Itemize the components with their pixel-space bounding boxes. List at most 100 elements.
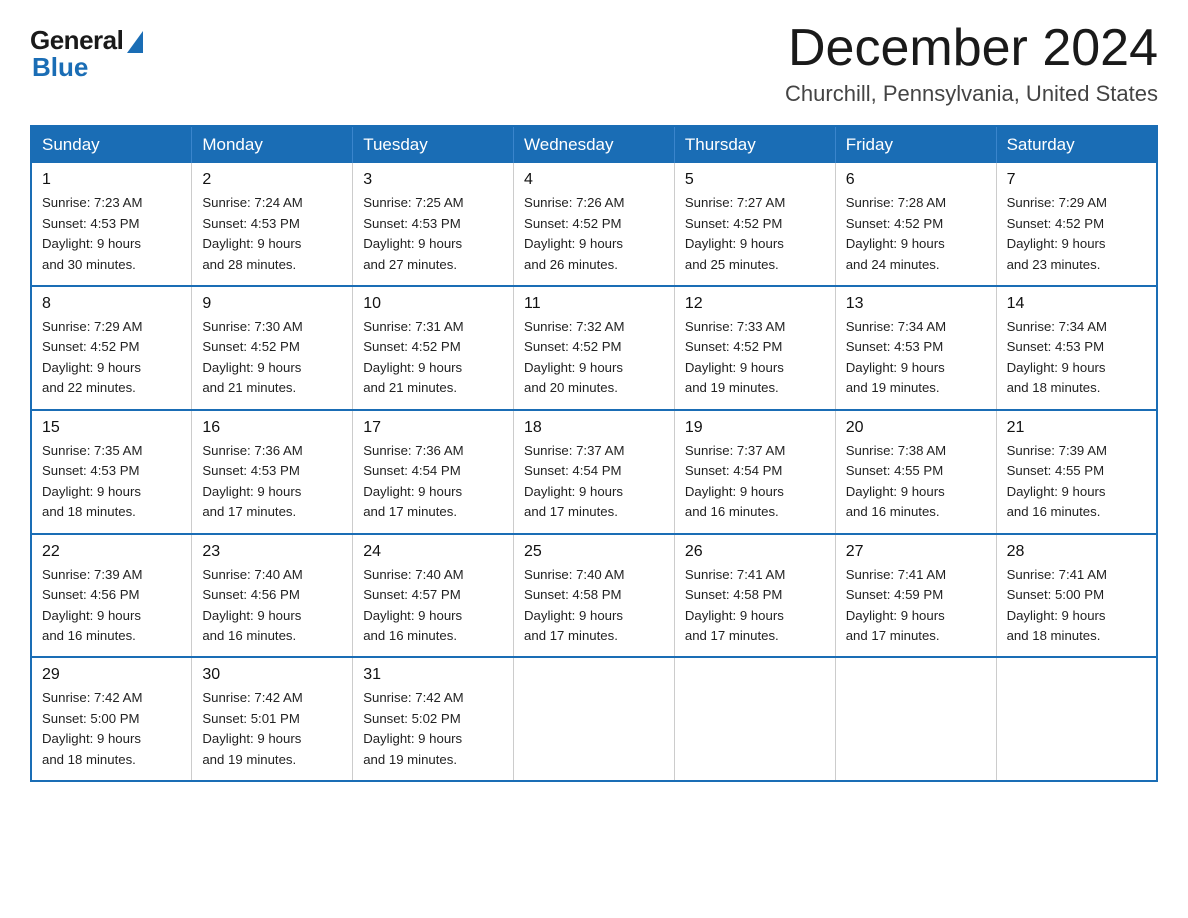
month-title: December 2024: [785, 20, 1158, 77]
weekday-header-friday: Friday: [835, 126, 996, 163]
calendar-cell: 19 Sunrise: 7:37 AMSunset: 4:54 PMDayligh…: [674, 410, 835, 534]
day-info: Sunrise: 7:41 AMSunset: 4:59 PMDaylight:…: [846, 565, 986, 647]
day-info: Sunrise: 7:25 AMSunset: 4:53 PMDaylight:…: [363, 193, 503, 275]
weekday-header-thursday: Thursday: [674, 126, 835, 163]
calendar-cell: [514, 657, 675, 781]
page-header: General Blue December 2024 Churchill, Pe…: [30, 20, 1158, 107]
day-number: 18: [524, 419, 664, 437]
day-info: Sunrise: 7:29 AMSunset: 4:52 PMDaylight:…: [42, 317, 181, 399]
day-number: 5: [685, 171, 825, 189]
day-number: 15: [42, 419, 181, 437]
calendar-cell: 28 Sunrise: 7:41 AMSunset: 5:00 PMDayligh…: [996, 534, 1157, 658]
calendar-cell: 3 Sunrise: 7:25 AMSunset: 4:53 PMDaylight…: [353, 163, 514, 286]
day-number: 16: [202, 419, 342, 437]
day-info: Sunrise: 7:35 AMSunset: 4:53 PMDaylight:…: [42, 441, 181, 523]
weekday-header-sunday: Sunday: [31, 126, 192, 163]
day-number: 24: [363, 543, 503, 561]
calendar-cell: 23Sunrise: 7:40 AMSunset: 4:56 PMDayligh…: [192, 534, 353, 658]
day-number: 10: [363, 295, 503, 313]
calendar-cell: 10 Sunrise: 7:31 AMSunset: 4:52 PMDayligh…: [353, 286, 514, 410]
week-row-2: 8 Sunrise: 7:29 AMSunset: 4:52 PMDaylight…: [31, 286, 1157, 410]
day-info: Sunrise: 7:40 AMSunset: 4:56 PMDaylight:…: [202, 565, 342, 647]
calendar-cell: 7 Sunrise: 7:29 AMSunset: 4:52 PMDaylight…: [996, 163, 1157, 286]
logo-blue-text: Blue: [30, 52, 88, 83]
day-info: Sunrise: 7:37 AMSunset: 4:54 PMDaylight:…: [524, 441, 664, 523]
day-info: Sunrise: 7:29 AMSunset: 4:52 PMDaylight:…: [1007, 193, 1146, 275]
weekday-header-wednesday: Wednesday: [514, 126, 675, 163]
day-number: 7: [1007, 171, 1146, 189]
weekday-header-row: SundayMondayTuesdayWednesdayThursdayFrid…: [31, 126, 1157, 163]
day-number: 12: [685, 295, 825, 313]
day-number: 13: [846, 295, 986, 313]
day-info: Sunrise: 7:31 AMSunset: 4:52 PMDaylight:…: [363, 317, 503, 399]
day-info: Sunrise: 7:36 AMSunset: 4:54 PMDaylight:…: [363, 441, 503, 523]
calendar-cell: 20Sunrise: 7:38 AMSunset: 4:55 PMDayligh…: [835, 410, 996, 534]
day-info: Sunrise: 7:30 AMSunset: 4:52 PMDaylight:…: [202, 317, 342, 399]
calendar-cell: 15 Sunrise: 7:35 AMSunset: 4:53 PMDayligh…: [31, 410, 192, 534]
day-number: 22: [42, 543, 181, 561]
week-row-3: 15 Sunrise: 7:35 AMSunset: 4:53 PMDayligh…: [31, 410, 1157, 534]
day-number: 3: [363, 171, 503, 189]
day-info: Sunrise: 7:40 AMSunset: 4:58 PMDaylight:…: [524, 565, 664, 647]
day-info: Sunrise: 7:40 AMSunset: 4:57 PMDaylight:…: [363, 565, 503, 647]
day-number: 19: [685, 419, 825, 437]
day-info: Sunrise: 7:42 AMSunset: 5:00 PMDaylight:…: [42, 688, 181, 770]
calendar-cell: 27 Sunrise: 7:41 AMSunset: 4:59 PMDayligh…: [835, 534, 996, 658]
day-info: Sunrise: 7:28 AMSunset: 4:52 PMDaylight:…: [846, 193, 986, 275]
calendar-cell: 18 Sunrise: 7:37 AMSunset: 4:54 PMDayligh…: [514, 410, 675, 534]
day-number: 4: [524, 171, 664, 189]
day-info: Sunrise: 7:41 AMSunset: 5:00 PMDaylight:…: [1007, 565, 1146, 647]
calendar-cell: [835, 657, 996, 781]
day-number: 9: [202, 295, 342, 313]
day-info: Sunrise: 7:27 AMSunset: 4:52 PMDaylight:…: [685, 193, 825, 275]
day-number: 31: [363, 666, 503, 684]
day-number: 21: [1007, 419, 1146, 437]
day-number: 29: [42, 666, 181, 684]
day-number: 14: [1007, 295, 1146, 313]
weekday-header-saturday: Saturday: [996, 126, 1157, 163]
calendar-cell: 25Sunrise: 7:40 AMSunset: 4:58 PMDayligh…: [514, 534, 675, 658]
calendar-cell: [996, 657, 1157, 781]
day-number: 8: [42, 295, 181, 313]
calendar-cell: 5 Sunrise: 7:27 AMSunset: 4:52 PMDaylight…: [674, 163, 835, 286]
week-row-4: 22 Sunrise: 7:39 AMSunset: 4:56 PMDayligh…: [31, 534, 1157, 658]
day-info: Sunrise: 7:33 AMSunset: 4:52 PMDaylight:…: [685, 317, 825, 399]
day-info: Sunrise: 7:32 AMSunset: 4:52 PMDaylight:…: [524, 317, 664, 399]
logo: General Blue: [30, 20, 143, 83]
calendar-cell: 8 Sunrise: 7:29 AMSunset: 4:52 PMDaylight…: [31, 286, 192, 410]
day-info: Sunrise: 7:24 AMSunset: 4:53 PMDaylight:…: [202, 193, 342, 275]
calendar-cell: 9 Sunrise: 7:30 AMSunset: 4:52 PMDaylight…: [192, 286, 353, 410]
calendar-cell: 17Sunrise: 7:36 AMSunset: 4:54 PMDayligh…: [353, 410, 514, 534]
day-number: 1: [42, 171, 181, 189]
day-number: 30: [202, 666, 342, 684]
location-title: Churchill, Pennsylvania, United States: [785, 81, 1158, 107]
calendar-cell: 26Sunrise: 7:41 AMSunset: 4:58 PMDayligh…: [674, 534, 835, 658]
calendar-cell: 4 Sunrise: 7:26 AMSunset: 4:52 PMDaylight…: [514, 163, 675, 286]
title-block: December 2024 Churchill, Pennsylvania, U…: [785, 20, 1158, 107]
day-number: 11: [524, 295, 664, 313]
calendar-cell: 1 Sunrise: 7:23 AMSunset: 4:53 PMDaylight…: [31, 163, 192, 286]
day-info: Sunrise: 7:36 AMSunset: 4:53 PMDaylight:…: [202, 441, 342, 523]
day-info: Sunrise: 7:37 AMSunset: 4:54 PMDaylight:…: [685, 441, 825, 523]
day-info: Sunrise: 7:23 AMSunset: 4:53 PMDaylight:…: [42, 193, 181, 275]
weekday-header-monday: Monday: [192, 126, 353, 163]
day-info: Sunrise: 7:34 AMSunset: 4:53 PMDaylight:…: [846, 317, 986, 399]
weekday-header-tuesday: Tuesday: [353, 126, 514, 163]
week-row-1: 1 Sunrise: 7:23 AMSunset: 4:53 PMDaylight…: [31, 163, 1157, 286]
day-number: 28: [1007, 543, 1146, 561]
calendar-cell: 21 Sunrise: 7:39 AMSunset: 4:55 PMDayligh…: [996, 410, 1157, 534]
day-number: 27: [846, 543, 986, 561]
day-info: Sunrise: 7:41 AMSunset: 4:58 PMDaylight:…: [685, 565, 825, 647]
calendar-cell: 11 Sunrise: 7:32 AMSunset: 4:52 PMDayligh…: [514, 286, 675, 410]
day-info: Sunrise: 7:39 AMSunset: 4:55 PMDaylight:…: [1007, 441, 1146, 523]
calendar-cell: 24 Sunrise: 7:40 AMSunset: 4:57 PMDayligh…: [353, 534, 514, 658]
day-info: Sunrise: 7:39 AMSunset: 4:56 PMDaylight:…: [42, 565, 181, 647]
day-number: 20: [846, 419, 986, 437]
calendar-cell: 31Sunrise: 7:42 AMSunset: 5:02 PMDayligh…: [353, 657, 514, 781]
day-info: Sunrise: 7:26 AMSunset: 4:52 PMDaylight:…: [524, 193, 664, 275]
logo-triangle-icon: [127, 31, 143, 53]
calendar-table: SundayMondayTuesdayWednesdayThursdayFrid…: [30, 125, 1158, 782]
day-number: 2: [202, 171, 342, 189]
calendar-cell: [674, 657, 835, 781]
calendar-cell: 14Sunrise: 7:34 AMSunset: 4:53 PMDayligh…: [996, 286, 1157, 410]
